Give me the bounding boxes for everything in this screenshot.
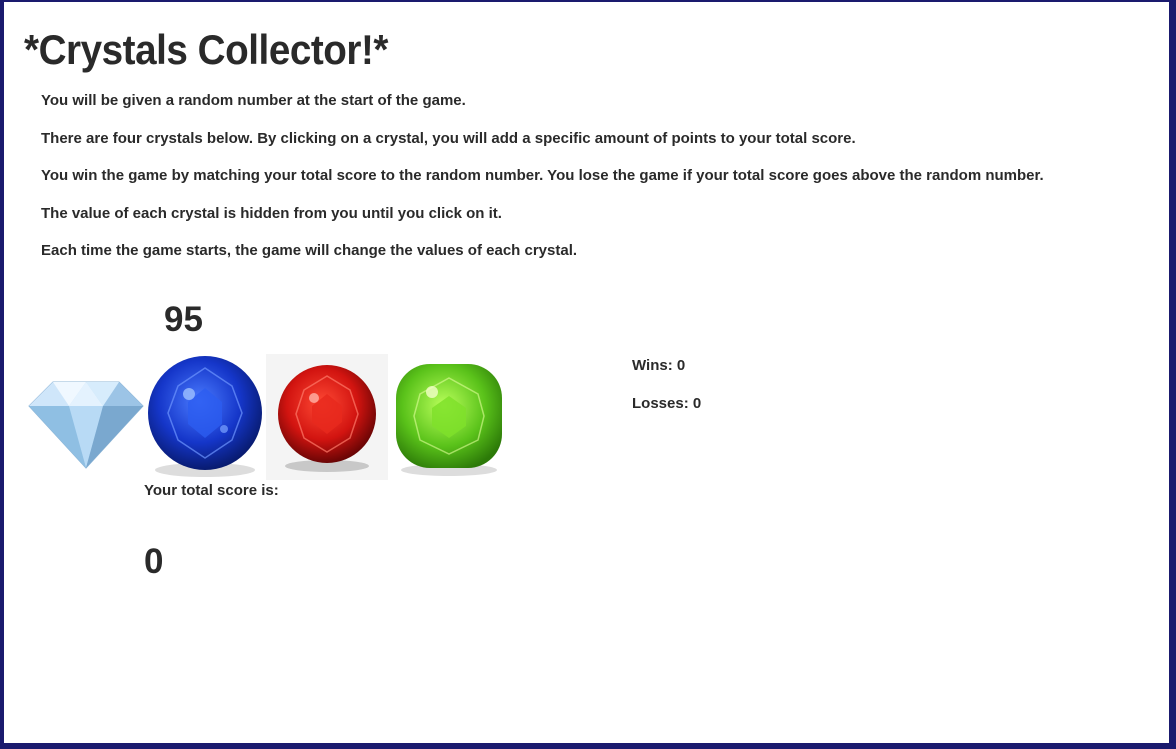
- total-score-label: Your total score is:: [144, 482, 279, 499]
- red-ruby-crystal-icon[interactable]: [266, 354, 388, 480]
- rule-text: Each time the game starts, the game will…: [41, 242, 578, 259]
- wins-counter: Wins: 0: [632, 357, 686, 374]
- page-title: *Crystals Collector!*: [24, 26, 388, 73]
- rule-text: You will be given a random number at the…: [41, 92, 466, 109]
- random-target-number: 95: [164, 300, 203, 339]
- game-page: *Crystals Collector!* You will be given …: [4, 2, 1172, 743]
- diamond-crystal-icon[interactable]: [25, 354, 147, 480]
- green-peridot-crystal-icon[interactable]: [388, 354, 510, 480]
- stats-panel: Wins: 0 Losses: 0: [632, 357, 701, 433]
- blue-sapphire-crystal-icon[interactable]: [144, 354, 266, 480]
- total-score-value: 0: [144, 542, 164, 581]
- rule-text: There are four crystals below. By clicki…: [41, 129, 856, 147]
- losses-counter: Losses: 0: [632, 395, 702, 412]
- rule-text: You win the game by matching your total …: [41, 167, 1044, 184]
- rules-section: You will be given a random number at the…: [41, 92, 1044, 280]
- rule-text: The value of each crystal is hidden from…: [41, 204, 502, 222]
